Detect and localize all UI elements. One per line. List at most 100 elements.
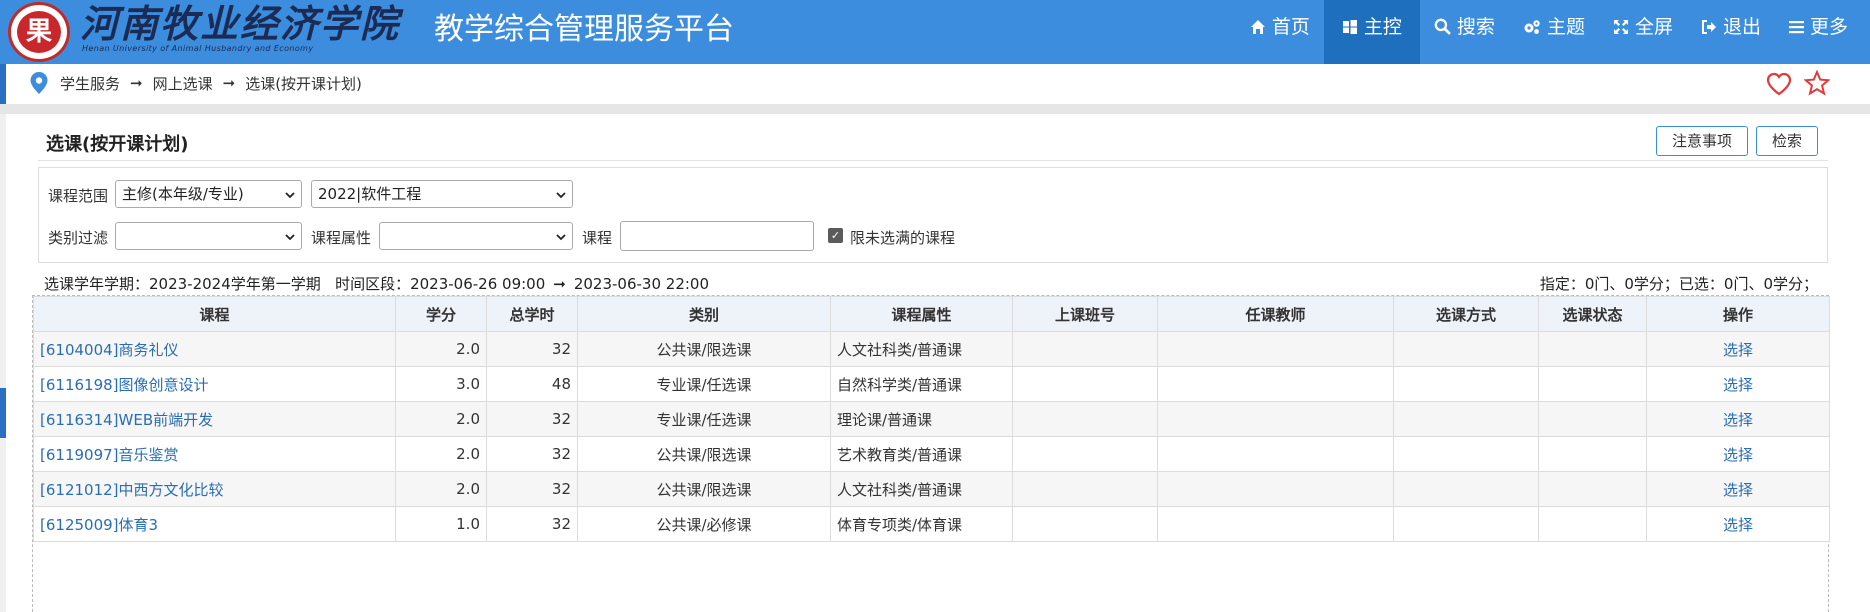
nav-more[interactable]: 更多 — [1775, 0, 1870, 64]
type-cell: 专业课/任选课 — [577, 401, 831, 437]
filter-box: 课程范围 主修(本年级/专业) 2022|软件工程 类别过滤 课程属性 课程 ✓… — [38, 167, 1828, 263]
star-icon[interactable] — [1804, 70, 1830, 96]
table-header-row: 课程 学分 总学时 类别 课程属性 上课班号 任课教师 选课方式 选课状态 操作 — [33, 296, 1830, 332]
nav-fullscreen[interactable]: 全屏 — [1599, 0, 1687, 64]
mode-cell — [1393, 436, 1539, 472]
col-type[interactable]: 类别 — [577, 296, 831, 332]
class-no-cell — [1012, 331, 1158, 367]
nav-logout[interactable]: 退出 — [1687, 0, 1775, 64]
attr-cell: 体育专项类/体育课 — [830, 506, 1013, 542]
panel-title: 选课(按开课计划) — [46, 134, 189, 155]
credit-cell: 1.0 — [395, 506, 487, 542]
status-cell — [1538, 436, 1647, 472]
class-no-cell — [1012, 506, 1158, 542]
school-logo-glyph: 果 — [17, 11, 61, 53]
teacher-cell — [1157, 506, 1394, 542]
nav-main-label: 主控 — [1363, 16, 1402, 38]
course-link[interactable]: [6119097]音乐鉴赏 — [40, 446, 179, 464]
attr-cell: 艺术教育类/普通课 — [830, 436, 1013, 472]
status-cell — [1538, 506, 1647, 542]
select-course-link[interactable]: 选择 — [1723, 411, 1753, 429]
breadcrumb-bar: 学生服务 ➞ 网上选课 ➞ 选课(按开课计划) — [0, 64, 1870, 104]
search-button[interactable]: 检索 — [1756, 126, 1818, 156]
col-status[interactable]: 选课状态 — [1538, 296, 1647, 332]
gears-icon — [1523, 0, 1541, 57]
select-course-link[interactable]: 选择 — [1723, 516, 1753, 534]
limit-unfull-checkbox[interactable]: ✓ — [828, 228, 843, 243]
nav-home[interactable]: 首页 — [1236, 0, 1324, 64]
school-name-en: Henan University of Animal Husbandry and… — [82, 44, 314, 53]
mode-cell — [1393, 401, 1539, 437]
notes-button[interactable]: 注意事项 — [1656, 126, 1748, 156]
status-cell — [1538, 471, 1647, 507]
breadcrumb-item-2[interactable]: 网上选课 — [153, 73, 213, 94]
period-start-text: 时间区段：2023-06-26 09:00 — [335, 275, 546, 293]
chevron-down-icon — [285, 192, 295, 199]
period-end-text: 2023-06-30 22:00 — [573, 275, 709, 293]
course-range-label: 课程范围 — [48, 187, 109, 205]
course-link[interactable]: [6116314]WEB前端开发 — [40, 411, 213, 429]
platform-title: 教学综合管理服务平台 — [434, 12, 734, 47]
mode-cell — [1393, 331, 1539, 367]
credit-cell: 2.0 — [395, 331, 487, 367]
course-range-select[interactable]: 主修(本年级/专业) — [115, 180, 302, 208]
heart-icon[interactable] — [1766, 72, 1792, 96]
teacher-cell — [1157, 471, 1394, 507]
category-filter-select[interactable] — [115, 222, 302, 250]
nav-search[interactable]: 搜索 — [1420, 0, 1509, 64]
location-pin-icon — [30, 72, 48, 94]
table-row: [6116314]WEB前端开发 2.0 32 专业课/任选课 理论课/普通课 … — [33, 401, 1830, 437]
top-nav: 首页 主控 搜索 主题 全屏 退出 更多 — [1236, 0, 1870, 64]
chevron-down-icon — [285, 234, 295, 241]
course-attr-label: 课程属性 — [311, 229, 372, 247]
class-no-cell — [1012, 471, 1158, 507]
title-divider — [38, 160, 1828, 161]
mode-cell — [1393, 506, 1539, 542]
selection-summary: 指定：0门、0学分；已选：0门、0学分； — [1539, 275, 1818, 293]
type-cell: 公共课/限选课 — [577, 436, 831, 472]
table-row: [6121012]中西方文化比较 2.0 32 公共课/限选课 人文社科类/普通… — [33, 471, 1830, 507]
select-course-link[interactable]: 选择 — [1723, 341, 1753, 359]
col-attr[interactable]: 课程属性 — [830, 296, 1013, 332]
breadcrumb-arrow-icon: ➞ — [130, 74, 143, 92]
class-no-cell — [1012, 436, 1158, 472]
teacher-cell — [1157, 366, 1394, 402]
arrow-right-icon: ➞ — [553, 275, 566, 293]
nav-theme-label: 主题 — [1546, 16, 1585, 38]
breadcrumb-item-1[interactable]: 学生服务 — [60, 73, 120, 94]
class-no-cell — [1012, 401, 1158, 437]
major-select[interactable]: 2022|软件工程 — [311, 180, 573, 208]
major-value: 2022|软件工程 — [318, 185, 422, 203]
col-teacher[interactable]: 任课教师 — [1157, 296, 1394, 332]
course-link[interactable]: [6116198]图像创意设计 — [40, 376, 209, 394]
course-attr-select[interactable] — [379, 222, 573, 250]
select-course-link[interactable]: 选择 — [1723, 481, 1753, 499]
table-row: [6116198]图像创意设计 3.0 48 专业课/任选课 自然科学类/普通课… — [33, 366, 1830, 402]
course-input[interactable] — [620, 221, 814, 251]
nav-logout-label: 退出 — [1722, 16, 1761, 38]
select-course-link[interactable]: 选择 — [1723, 446, 1753, 464]
col-hours[interactable]: 总学时 — [486, 296, 578, 332]
separator-bar — [0, 104, 1870, 114]
type-cell: 公共课/限选课 — [577, 331, 831, 367]
nav-theme[interactable]: 主题 — [1509, 0, 1599, 64]
hours-cell: 32 — [486, 506, 578, 542]
course-link[interactable]: [6125009]体育3 — [40, 516, 158, 534]
select-course-link[interactable]: 选择 — [1723, 376, 1753, 394]
type-cell: 专业课/任选课 — [577, 366, 831, 402]
mode-cell — [1393, 366, 1539, 402]
teacher-cell — [1157, 436, 1394, 472]
col-mode[interactable]: 选课方式 — [1393, 296, 1539, 332]
course-label: 课程 — [582, 229, 613, 247]
teacher-cell — [1157, 401, 1394, 437]
nav-search-label: 搜索 — [1456, 16, 1495, 38]
breadcrumb: 学生服务 ➞ 网上选课 ➞ 选课(按开课计划) — [30, 72, 362, 94]
nav-fullscreen-label: 全屏 — [1634, 16, 1673, 38]
col-credit[interactable]: 学分 — [395, 296, 487, 332]
col-course[interactable]: 课程 — [33, 296, 396, 332]
nav-main[interactable]: 主控 — [1323, 0, 1420, 64]
course-link[interactable]: [6104004]商务礼仪 — [40, 341, 179, 359]
course-link[interactable]: [6121012]中西方文化比较 — [40, 481, 224, 499]
school-name-cn: 河南牧业经济学院 — [80, 1, 401, 46]
col-class-no[interactable]: 上课班号 — [1012, 296, 1158, 332]
